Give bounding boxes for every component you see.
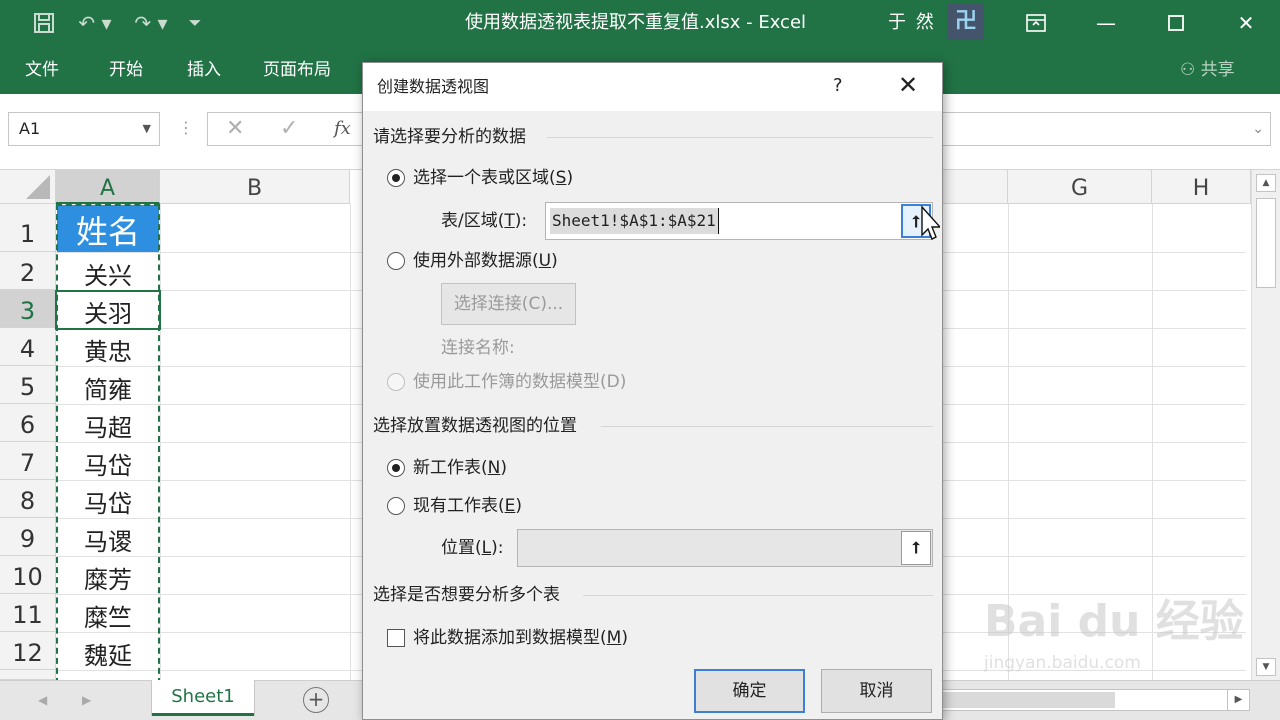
row-header[interactable]: 4 bbox=[0, 328, 56, 366]
row-header[interactable]: 10 bbox=[0, 556, 56, 594]
save-icon[interactable] bbox=[28, 8, 60, 38]
divider bbox=[601, 426, 933, 427]
prev-sheet-icon[interactable]: ◀ bbox=[38, 689, 47, 711]
scroll-right-icon[interactable]: ▶ bbox=[1227, 690, 1249, 710]
select-all-button[interactable] bbox=[0, 170, 56, 204]
expand-formula-icon[interactable]: ⌄ bbox=[1252, 113, 1264, 145]
maximize-icon[interactable] bbox=[1156, 8, 1196, 38]
horizontal-scrollbar[interactable]: ▶ bbox=[940, 689, 1250, 711]
active-cell-border bbox=[55, 290, 161, 330]
radio-label: 选择一个表或区域(S) bbox=[413, 168, 574, 188]
chevron-down-icon[interactable]: ▼ bbox=[143, 113, 151, 145]
choose-connection-button[interactable]: 选择连接(C)... bbox=[441, 283, 576, 325]
radio-button-selected[interactable] bbox=[387, 169, 405, 187]
close-icon[interactable]: ✕ bbox=[1226, 8, 1266, 38]
redo-icon[interactable]: ↷ ▾ bbox=[128, 8, 174, 38]
user-name[interactable]: 于 然 bbox=[888, 10, 936, 36]
ribbon-display-icon[interactable] bbox=[1016, 8, 1056, 38]
connection-name-label: 连接名称: bbox=[441, 338, 515, 358]
row-header[interactable] bbox=[0, 670, 56, 680]
watermark-url: jingyan.baidu.com bbox=[984, 653, 1141, 673]
vertical-scrollbar[interactable]: ▲ ▼ bbox=[1251, 170, 1280, 680]
dialog-title-bar: 创建数据透视图 ? ✕ bbox=[363, 63, 942, 111]
enter-icon[interactable]: ✓ bbox=[280, 113, 298, 145]
radio-label: 新工作表(N) bbox=[413, 458, 507, 478]
checkbox-label: 将此数据添加到数据模型(M) bbox=[413, 628, 628, 648]
column-header-b[interactable]: B bbox=[160, 170, 350, 204]
undo-icon[interactable]: ↶ ▾ bbox=[72, 8, 118, 38]
radio-label: 使用此工作簿的数据模型(D) bbox=[413, 372, 627, 392]
cancel-button[interactable]: 取消 bbox=[821, 669, 932, 713]
radio-button-selected[interactable] bbox=[387, 459, 405, 477]
watermark-text: Bai du 经验 bbox=[984, 596, 1244, 647]
column-header-h[interactable]: H bbox=[1152, 170, 1251, 204]
copy-marquee bbox=[56, 204, 160, 684]
row-header[interactable]: 6 bbox=[0, 404, 56, 442]
radio-button-disabled[interactable] bbox=[387, 373, 405, 391]
collapse-location-icon[interactable]: ⭡ bbox=[901, 531, 931, 565]
name-box-value: A1 bbox=[19, 119, 41, 138]
baidu-watermark: Bai du 经验 jingyan.baidu.com bbox=[984, 590, 1244, 690]
row-header[interactable]: 1 bbox=[0, 204, 56, 252]
text-caret bbox=[718, 208, 719, 234]
radio-button[interactable] bbox=[387, 497, 405, 515]
name-box[interactable]: A1 ▼ bbox=[8, 112, 160, 146]
radio-label: 使用外部数据源(U) bbox=[413, 251, 558, 271]
sheet-tab-sheet1[interactable]: Sheet1 bbox=[152, 680, 254, 716]
scroll-down-icon[interactable]: ▼ bbox=[1256, 658, 1276, 676]
column-header-f[interactable] bbox=[942, 170, 1008, 204]
checkbox[interactable] bbox=[387, 629, 405, 647]
dialog-title: 创建数据透视图 bbox=[377, 77, 490, 96]
tab-insert[interactable]: 插入 bbox=[187, 58, 221, 82]
share-button[interactable]: ⚇ 共享 bbox=[1180, 58, 1235, 82]
user-avatar[interactable]: 卍 bbox=[948, 4, 984, 40]
column-header-a[interactable]: A bbox=[56, 170, 160, 204]
row-header[interactable]: 11 bbox=[0, 594, 56, 632]
radio-label: 现有工作表(E) bbox=[413, 496, 523, 516]
share-label: 共享 bbox=[1200, 60, 1235, 80]
insert-function-icon[interactable]: fx bbox=[334, 113, 351, 145]
mouse-pointer-icon bbox=[921, 205, 940, 240]
tab-home[interactable]: 开始 bbox=[109, 58, 143, 82]
row-header[interactable]: 9 bbox=[0, 518, 56, 556]
row-header[interactable]: 12 bbox=[0, 632, 56, 670]
customize-qat-icon[interactable]: ⏷ bbox=[184, 8, 206, 38]
person-icon: ⚇ bbox=[1180, 60, 1196, 80]
next-sheet-icon[interactable]: ▶ bbox=[82, 689, 91, 711]
table-range-input[interactable]: Sheet1!$A$1:$A$21 bbox=[545, 202, 933, 240]
row-header[interactable]: 3 bbox=[0, 290, 56, 328]
select-all-icon bbox=[26, 175, 50, 199]
row-header[interactable]: 8 bbox=[0, 480, 56, 518]
help-icon[interactable]: ? bbox=[833, 73, 843, 99]
add-sheet-icon[interactable]: + bbox=[303, 687, 329, 713]
window-title: 使用数据透视表提取不重复值.xlsx - Excel bbox=[465, 12, 807, 33]
dialog-close-icon[interactable]: ✕ bbox=[893, 71, 923, 101]
hscroll-thumb[interactable] bbox=[941, 692, 1115, 708]
divider bbox=[583, 595, 933, 596]
cancel-icon[interactable]: ✕ bbox=[226, 113, 244, 145]
range-label: 表/区域(T): bbox=[441, 211, 528, 231]
column-header-g[interactable]: G bbox=[1008, 170, 1152, 204]
range-value: Sheet1!$A$1:$A$21 bbox=[550, 208, 718, 234]
more-icon[interactable]: ⋮ bbox=[178, 118, 194, 137]
row-header[interactable]: 5 bbox=[0, 366, 56, 404]
row-header[interactable]: 2 bbox=[0, 252, 56, 290]
minimize-icon[interactable]: — bbox=[1086, 8, 1126, 38]
title-bar: ↶ ▾ ↷ ▾ ⏷ 使用数据透视表提取不重复值.xlsx - Excel 于 然… bbox=[0, 0, 1280, 46]
section-title-multiple: 选择是否想要分析多个表 bbox=[373, 585, 560, 605]
create-pivotchart-dialog: 创建数据透视图 ? ✕ 请选择要分析的数据 选择一个表或区域(S) 表/区域(T… bbox=[362, 62, 943, 720]
scroll-thumb[interactable] bbox=[1256, 198, 1276, 288]
divider bbox=[547, 137, 933, 138]
ok-button[interactable]: 确定 bbox=[694, 669, 805, 713]
row-header[interactable]: 7 bbox=[0, 442, 56, 480]
tab-page-layout[interactable]: 页面布局 bbox=[263, 58, 331, 82]
radio-button[interactable] bbox=[387, 252, 405, 270]
location-label: 位置(L): bbox=[441, 538, 504, 558]
section-title-data: 请选择要分析的数据 bbox=[373, 127, 526, 147]
scroll-up-icon[interactable]: ▲ bbox=[1256, 174, 1276, 192]
section-title-location: 选择放置数据透视图的位置 bbox=[373, 416, 577, 436]
location-input[interactable] bbox=[517, 529, 933, 567]
tab-file[interactable]: 文件 bbox=[25, 58, 59, 82]
